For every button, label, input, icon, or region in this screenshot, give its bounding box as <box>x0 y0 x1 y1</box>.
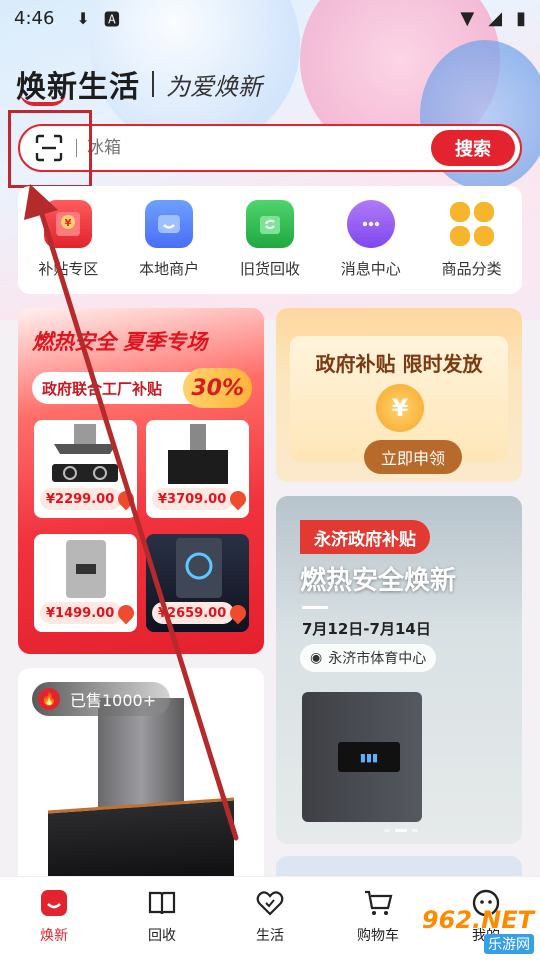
product-tile[interactable]: ¥3709.00 <box>146 420 249 518</box>
location-pin-icon: ◉ <box>310 650 323 666</box>
quick-nav: ¥ 补贴专区 本地商户 旧货回收 消息中心 商品分类 <box>18 186 522 294</box>
range-hood-image <box>168 424 228 484</box>
water-heater-image: ▮▮▮ <box>302 692 422 822</box>
nav-label: 消息中心 <box>340 260 401 278</box>
brand-slogan: 为爱焕新 <box>166 72 262 101</box>
product-price: ¥1499.00 <box>40 602 123 624</box>
heater-display: ▮▮▮ <box>338 742 400 772</box>
promo-gov-subsidy[interactable]: 政府补贴 限时发放 ¥ 立即申领 <box>276 308 522 482</box>
smart-water-heater-image <box>176 538 222 598</box>
recycle-icon <box>245 200 294 248</box>
nav-label: 旧货回收 <box>239 260 300 278</box>
promo-tag-text: 政府联合工厂补贴 <box>42 379 163 398</box>
notification-a-icon: 🅰 <box>103 10 120 29</box>
red-envelope-icon: ¥ <box>44 200 93 248</box>
status-time: 4:46 <box>14 7 55 29</box>
event-location-text: 永济市体育中心 <box>328 651 427 667</box>
nav-label: 商品分类 <box>441 260 502 278</box>
book-icon <box>146 887 178 919</box>
product-price: ¥2299.00 <box>40 488 123 510</box>
svg-text:¥: ¥ <box>65 218 72 229</box>
shop-icon <box>145 200 194 248</box>
coin-icon: ¥ <box>376 384 424 432</box>
wifi-icon: ▼ <box>460 7 475 29</box>
category-icon <box>448 200 496 248</box>
nav-item-subsidy[interactable]: ¥ 补贴专区 <box>20 200 116 294</box>
event-tag: 永济政府补贴 <box>300 520 430 554</box>
product-price: ¥2659.00 <box>152 602 235 624</box>
battery-icon: ▮ <box>516 7 526 29</box>
product-tile[interactable]: ¥2299.00 <box>34 420 137 518</box>
promo-subsidy-tag: 政府联合工厂补贴 30% <box>32 368 252 408</box>
nav-item-local-merchants[interactable]: 本地商户 <box>121 200 217 294</box>
tab-recycle[interactable]: 回收 <box>117 887 207 960</box>
range-hood-body <box>48 797 234 888</box>
event-date: 7月12日-7月14日 <box>302 620 431 638</box>
sold-badge: 🔥 已售1000+ <box>32 682 171 716</box>
sold-count: 已售1000+ <box>70 691 157 710</box>
search-bar: 搜索 <box>18 124 522 172</box>
cart-icon <box>362 887 394 919</box>
tab-label: 焕新 <box>40 928 68 944</box>
tab-label: 购物车 <box>357 928 399 944</box>
chat-bubble-icon <box>346 200 395 248</box>
annotation-highlight-box <box>8 110 92 188</box>
promo-percent-badge: 30% <box>183 368 252 408</box>
promo-title: 燃热安全 夏季专场 <box>32 330 208 354</box>
search-button[interactable]: 搜索 <box>431 130 515 166</box>
search-input[interactable] <box>87 138 431 158</box>
heart-icon <box>254 887 286 919</box>
status-bar: 4:46 ⬇ 🅰 ▼ ◢ ▮ <box>0 0 540 36</box>
site-watermark: 962.NET 乐游网 <box>422 906 534 954</box>
tab-label: 回收 <box>148 928 176 944</box>
product-card-range-hood[interactable]: 🔥 已售1000+ <box>18 668 264 888</box>
promo-event-banner[interactable]: 永济政府补贴 燃热安全焕新 7月12日-7月14日 ◉ 永济市体育中心 ▮▮▮ <box>276 496 522 844</box>
brand-smile-logo <box>20 92 66 106</box>
signal-icon: ◢ <box>488 7 503 29</box>
event-location: ◉ 永济市体育中心 <box>300 644 437 672</box>
tab-life[interactable]: 生活 <box>225 887 315 960</box>
brand-divider <box>152 71 154 97</box>
product-tile[interactable]: ¥1499.00 <box>34 534 137 632</box>
range-hood-stove-image <box>52 424 118 482</box>
watermark-name: 乐游网 <box>484 934 534 954</box>
subsidy-title: 政府补贴 限时发放 <box>315 352 483 376</box>
carousel-indicator <box>384 829 418 832</box>
event-divider <box>302 606 328 609</box>
subsidy-panel: 政府补贴 限时发放 ¥ 立即申领 <box>290 336 508 474</box>
fire-icon: 🔥 <box>38 688 60 710</box>
nav-item-messages[interactable]: 消息中心 <box>323 200 419 294</box>
water-heater-image <box>66 540 106 598</box>
claim-button[interactable]: 立即申领 <box>364 440 462 474</box>
tab-label: 生活 <box>256 928 284 944</box>
download-icon: ⬇ <box>76 8 90 28</box>
tab-cart[interactable]: 购物车 <box>333 887 423 960</box>
product-tile[interactable]: ¥2659.00 <box>146 534 249 632</box>
event-title: 燃热安全焕新 <box>300 566 457 596</box>
nav-label: 补贴专区 <box>38 260 99 278</box>
promo-banner-summer[interactable]: 燃热安全 夏季专场 政府联合工厂补贴 30% ¥2299.00 ¥3709.00… <box>18 308 264 654</box>
watermark-domain: 962.NET <box>421 906 534 934</box>
product-price: ¥3709.00 <box>152 488 235 510</box>
nav-item-categories[interactable]: 商品分类 <box>424 200 520 294</box>
nav-item-recycle[interactable]: 旧货回收 <box>222 200 318 294</box>
nav-label: 本地商户 <box>139 260 200 278</box>
tab-home[interactable]: 焕新 <box>9 887 99 960</box>
home-smile-icon <box>38 887 70 919</box>
